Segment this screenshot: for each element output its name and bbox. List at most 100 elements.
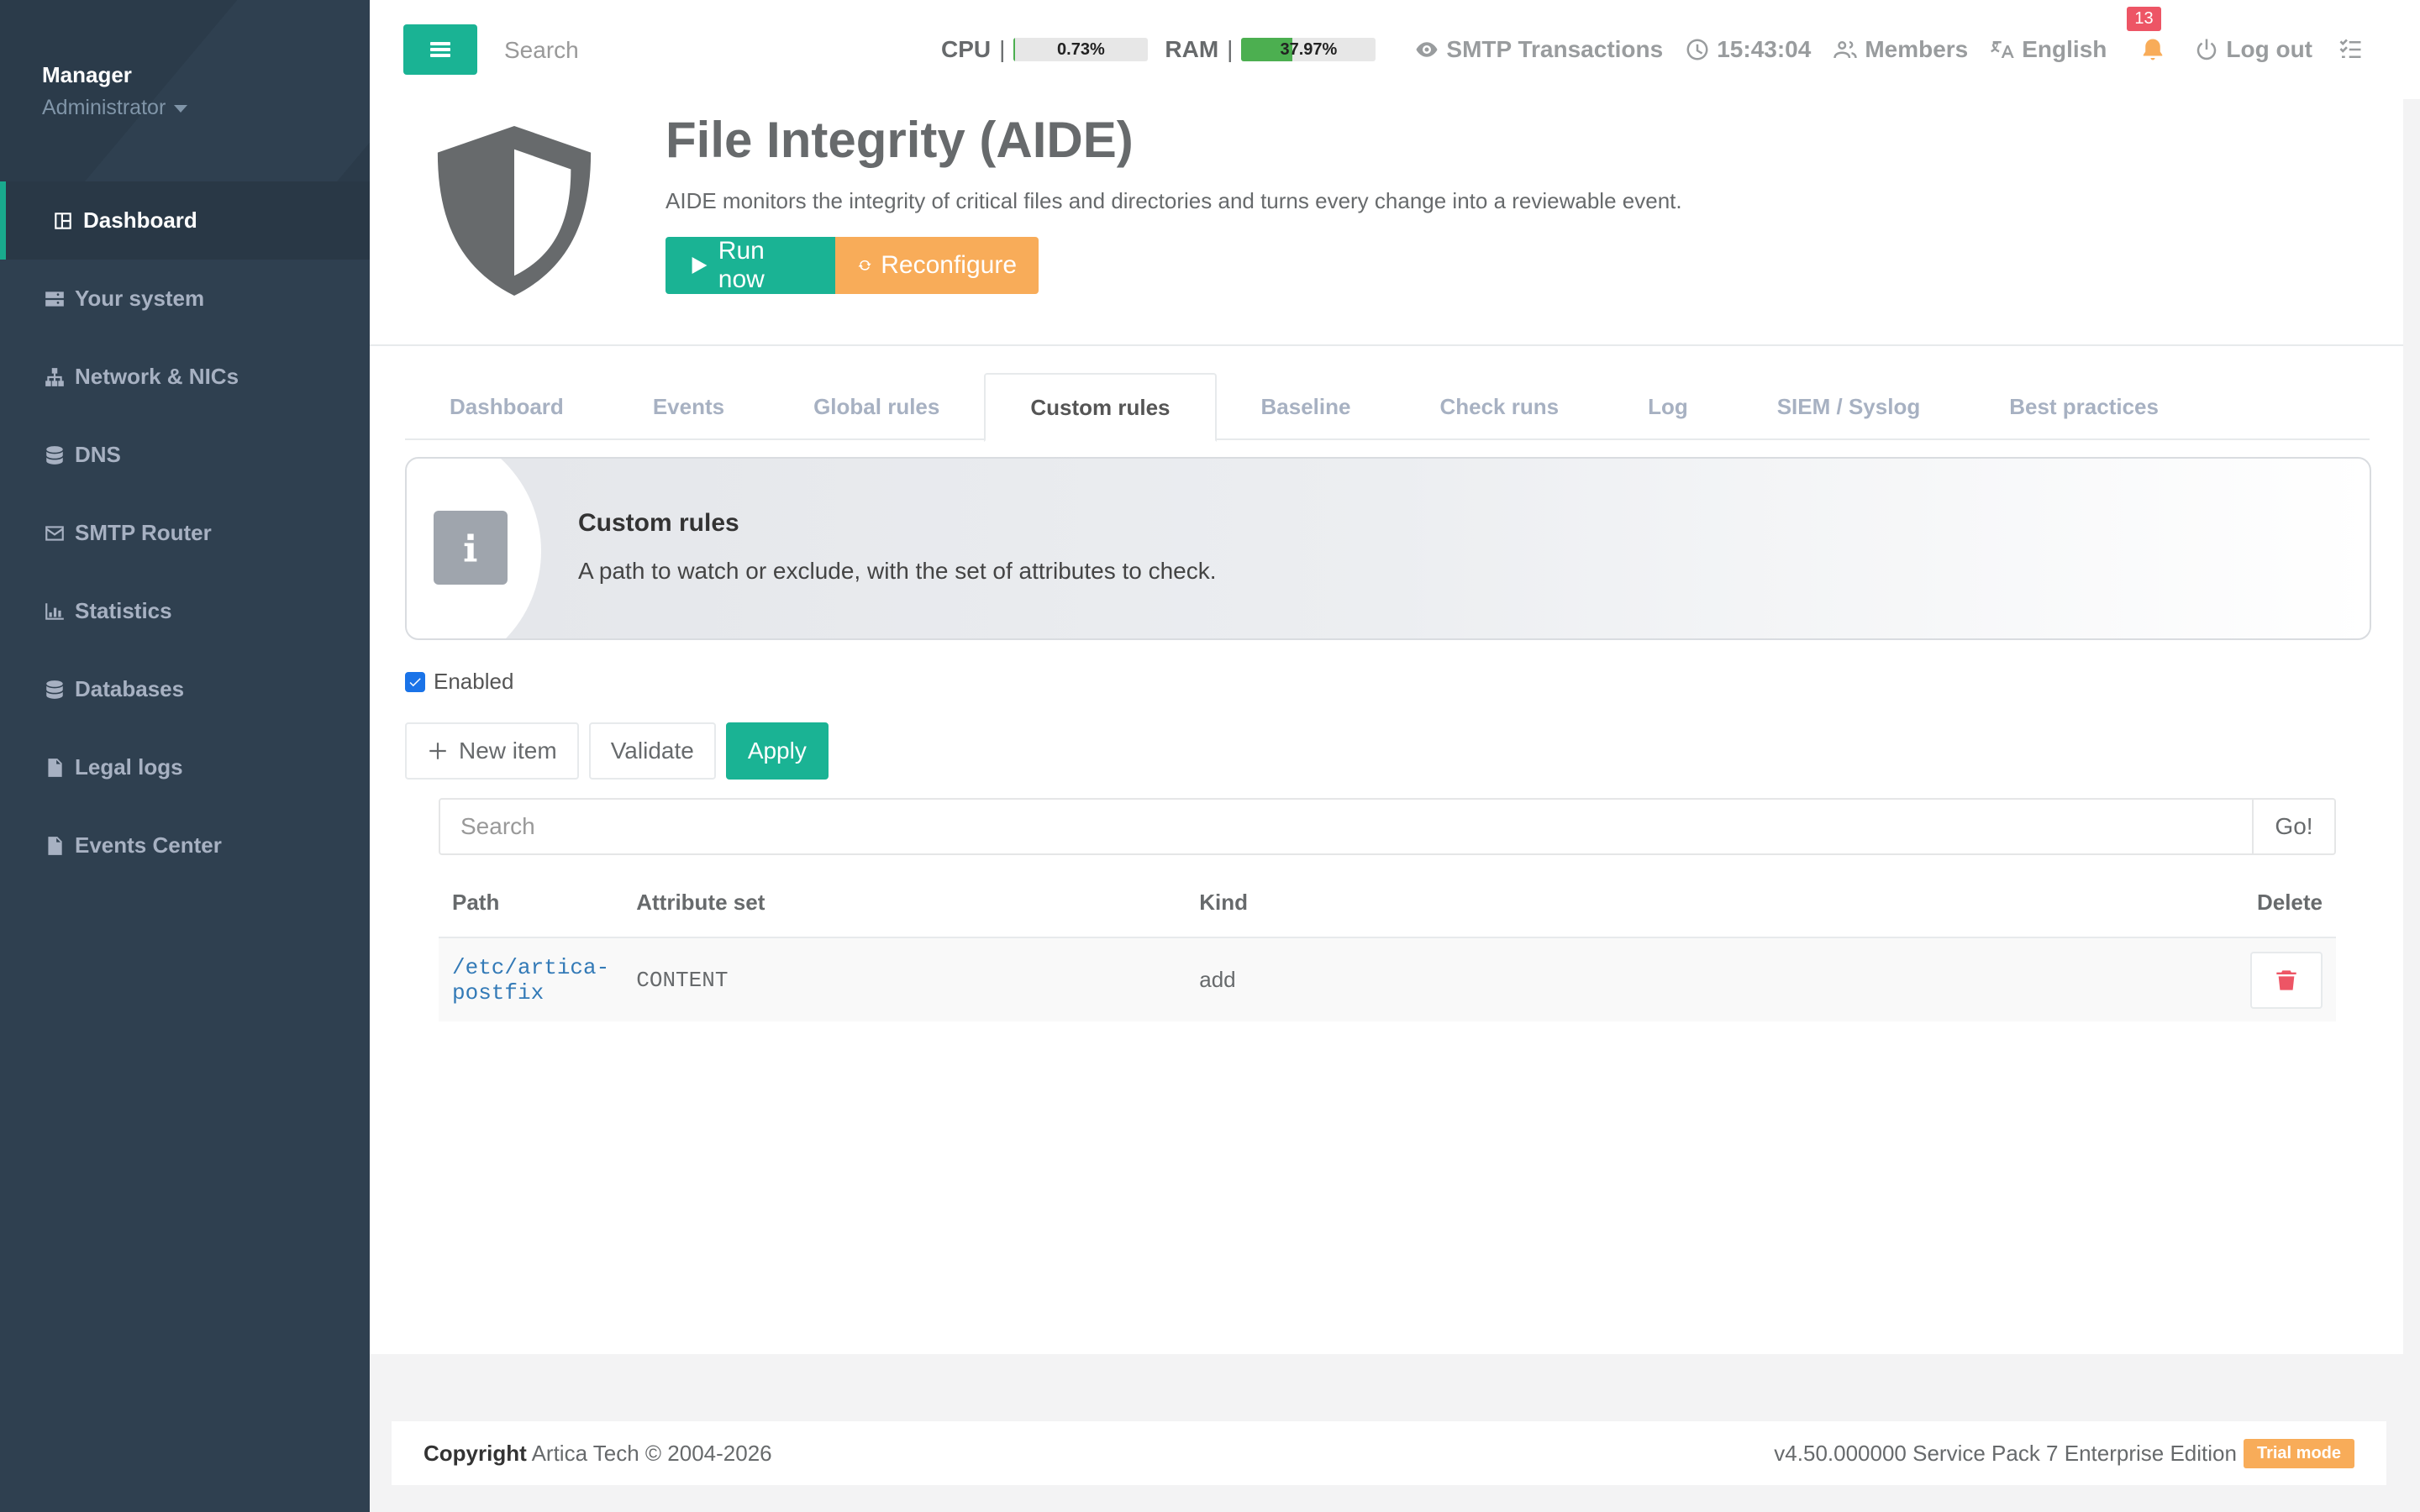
clock-icon bbox=[1686, 39, 1708, 60]
delete-button[interactable] bbox=[2250, 951, 2323, 1009]
database-icon bbox=[46, 445, 63, 465]
sidebar-item-databases[interactable]: Databases bbox=[0, 650, 370, 728]
users-icon bbox=[1833, 41, 1858, 58]
copyright: Copyright Artica Tech © 2004-2026 bbox=[424, 1441, 772, 1467]
trash-icon bbox=[2276, 969, 2296, 990]
checkbox-checked-icon bbox=[405, 671, 425, 692]
new-item-label: New item bbox=[459, 738, 557, 764]
table-row: /etc/artica-postfix CONTENT add bbox=[439, 937, 2336, 1021]
sidebar-item-legal-logs[interactable]: Legal logs bbox=[0, 728, 370, 806]
apply-button[interactable]: Apply bbox=[725, 722, 829, 780]
profile-role-dropdown[interactable]: Administrator bbox=[42, 96, 188, 120]
reconfigure-button[interactable]: Reconfigure bbox=[835, 237, 1039, 294]
tab-log[interactable]: Log bbox=[1603, 373, 1733, 440]
ram-value: 37.97% bbox=[1280, 40, 1338, 59]
table-search: Go! bbox=[439, 798, 2336, 855]
database-icon bbox=[46, 680, 63, 699]
enabled-label: Enabled bbox=[434, 669, 514, 694]
notification-count-badge: 13 bbox=[2127, 7, 2161, 31]
cpu-meter: CPU | 0.73% bbox=[941, 36, 1149, 63]
tab-siem-syslog[interactable]: SIEM / Syslog bbox=[1733, 373, 1965, 440]
refresh-icon bbox=[858, 260, 871, 270]
task-list-button[interactable] bbox=[2338, 37, 2370, 62]
trial-mode-badge: Trial mode bbox=[2243, 1438, 2354, 1468]
caret-down-icon bbox=[174, 104, 188, 113]
run-now-label: Run now bbox=[718, 237, 765, 293]
row-kind: add bbox=[1186, 937, 2168, 1021]
smtp-transactions-link[interactable]: SMTP Transactions bbox=[1414, 36, 1663, 63]
info-text: A path to watch or exclude, with the set… bbox=[578, 558, 1217, 584]
sidebar: Manager Administrator Dashboard Your sys… bbox=[0, 0, 370, 1512]
sidebar-item-dashboard[interactable]: Dashboard bbox=[0, 181, 370, 260]
tab-bar: Dashboard Events Global rules Custom rul… bbox=[405, 373, 2370, 442]
custom-rules-table: Path Attribute set Kind Delete /etc/arti… bbox=[439, 869, 2336, 1021]
page-subtitle: AIDE monitors the integrity of critical … bbox=[666, 188, 1682, 213]
cpu-bar: 0.73% bbox=[1013, 38, 1149, 61]
tab-global-rules[interactable]: Global rules bbox=[769, 373, 984, 440]
hamburger-icon bbox=[430, 39, 450, 60]
smtp-transactions-label: SMTP Transactions bbox=[1446, 36, 1664, 62]
ram-label: RAM bbox=[1165, 36, 1219, 62]
reconfigure-label: Reconfigure bbox=[881, 251, 1017, 279]
dashboard-icon bbox=[55, 212, 71, 229]
page-header: File Integrity (AIDE) AIDE monitors the … bbox=[370, 99, 2403, 346]
sidebar-item-events-center[interactable]: Events Center bbox=[0, 806, 370, 885]
page-title: File Integrity (AIDE) bbox=[666, 112, 1134, 168]
sidebar-item-dns[interactable]: DNS bbox=[0, 416, 370, 494]
table-header-row: Path Attribute set Kind Delete bbox=[439, 869, 2336, 938]
eye-icon bbox=[1416, 42, 1438, 57]
plus-icon bbox=[429, 743, 446, 759]
notifications-button[interactable]: 13 bbox=[2127, 7, 2172, 62]
bell-icon bbox=[2144, 39, 2163, 60]
sidebar-item-network[interactable]: Network & NICs bbox=[0, 338, 370, 416]
sidebar-item-label: SMTP Router bbox=[75, 520, 212, 545]
copyright-label: Copyright bbox=[424, 1440, 527, 1466]
row-delete-cell bbox=[2168, 937, 2336, 1021]
top-search-input[interactable] bbox=[504, 34, 756, 67]
tab-custom-rules[interactable]: Custom rules bbox=[984, 373, 1217, 442]
go-button[interactable]: Go! bbox=[2254, 798, 2336, 855]
profile-role: Administrator bbox=[42, 96, 166, 119]
row-attribute-set: CONTENT bbox=[623, 937, 1186, 1021]
footer: Copyright Artica Tech © 2004-2026 v4.50.… bbox=[392, 1421, 2386, 1485]
column-header-attribute-set[interactable]: Attribute set bbox=[623, 869, 1186, 938]
sidebar-item-label: Events Center bbox=[75, 832, 222, 858]
play-icon bbox=[692, 256, 708, 275]
tab-dashboard[interactable]: Dashboard bbox=[405, 373, 608, 440]
run-now-button[interactable]: Run now bbox=[666, 237, 835, 294]
table-search-input[interactable] bbox=[439, 798, 2254, 855]
menu-toggle-button[interactable] bbox=[403, 24, 477, 75]
copyright-text: Artica Tech © 2004-2026 bbox=[531, 1440, 772, 1466]
chart-icon bbox=[45, 602, 64, 620]
members-link[interactable]: Members bbox=[1833, 36, 1968, 63]
column-header-kind[interactable]: Kind bbox=[1186, 869, 2168, 938]
profile-panel: Manager Administrator bbox=[0, 0, 370, 181]
new-item-button[interactable]: New item bbox=[405, 722, 579, 780]
cpu-value: 0.73% bbox=[1057, 40, 1105, 59]
language-selector[interactable]: English bbox=[1990, 36, 2107, 63]
sidebar-item-smtp-router[interactable]: SMTP Router bbox=[0, 494, 370, 572]
column-header-path[interactable]: Path bbox=[439, 869, 623, 938]
tab-best-practices[interactable]: Best practices bbox=[1965, 373, 2203, 440]
version-text: v4.50.000000 Service Pack 7 Enterprise E… bbox=[1774, 1440, 2237, 1466]
sidebar-item-your-system[interactable]: Your system bbox=[0, 260, 370, 338]
profile-name: Manager bbox=[42, 62, 132, 87]
shield-icon bbox=[437, 125, 592, 297]
file-icon bbox=[48, 758, 62, 777]
row-path-link[interactable]: /etc/artica-postfix bbox=[439, 937, 623, 1021]
tab-events[interactable]: Events bbox=[608, 373, 769, 440]
sidebar-item-label: Network & NICs bbox=[75, 364, 239, 389]
sidebar-item-label: Dashboard bbox=[83, 207, 197, 233]
sidebar-item-statistics[interactable]: Statistics bbox=[0, 572, 370, 650]
sidebar-item-label: Databases bbox=[75, 676, 185, 701]
ram-bar: 37.97% bbox=[1241, 38, 1376, 61]
enabled-checkbox[interactable]: Enabled bbox=[405, 669, 513, 695]
validate-button[interactable]: Validate bbox=[588, 722, 716, 780]
sidebar-item-label: Statistics bbox=[75, 598, 172, 623]
logout-link[interactable]: Log out bbox=[2194, 36, 2312, 63]
power-icon bbox=[2197, 39, 2217, 60]
tab-baseline[interactable]: Baseline bbox=[1217, 373, 1396, 440]
clock-time: 15:43:04 bbox=[1717, 36, 1812, 62]
sidebar-nav: Dashboard Your system Network & NICs DNS… bbox=[0, 181, 370, 885]
tab-check-runs[interactable]: Check runs bbox=[1395, 373, 1603, 440]
